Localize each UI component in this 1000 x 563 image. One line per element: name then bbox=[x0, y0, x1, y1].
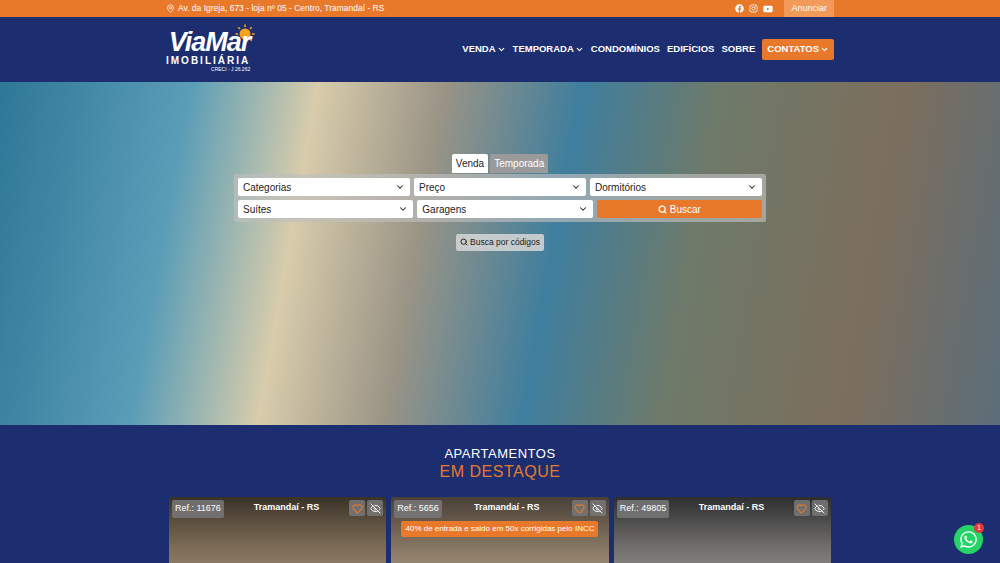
search-select[interactable]: Categorias bbox=[238, 178, 410, 196]
ref-badge: Ref.: 5656 bbox=[394, 500, 442, 518]
main-nav: VENDA TEMPORADA CONDOMÍNIOS EDIFÍCIOS SOBRE C… bbox=[462, 39, 834, 59]
nav-item[interactable]: TEMPORADA bbox=[513, 42, 584, 56]
facebook-icon[interactable] bbox=[735, 4, 744, 13]
heart-icon bbox=[796, 503, 807, 514]
chevron-down-icon bbox=[497, 45, 506, 54]
chevron-down-icon bbox=[395, 182, 405, 192]
map-pin-icon bbox=[166, 4, 175, 13]
ref-badge: Ref.: 11676 bbox=[172, 500, 224, 518]
location: Tramandaí - RS bbox=[699, 500, 765, 515]
property-card[interactable]: Ref.: 11676 Tramandaí - RS bbox=[169, 497, 386, 563]
search-icon bbox=[460, 238, 468, 246]
search-tab[interactable]: Temporada bbox=[490, 154, 548, 173]
logo[interactable]: ViaMarIMOBILIÁRIACRECI - J 26.262 bbox=[166, 27, 250, 72]
chevron-down-icon bbox=[571, 182, 581, 192]
address: Av. da Igreja, 673 - loja nº 05 - Centro… bbox=[166, 2, 384, 15]
ref-badge: Ref.: 49805 bbox=[617, 500, 670, 518]
chevron-down-icon bbox=[747, 182, 757, 192]
nav-item[interactable]: CONDOMÍNIOS bbox=[591, 42, 660, 56]
card-list: Ref.: 11676 Tramandaí - RS Ref.: 5656 Trama… bbox=[169, 497, 831, 563]
location: Tramandaí - RS bbox=[474, 500, 540, 515]
favorite-button[interactable] bbox=[794, 500, 810, 516]
nav-item[interactable]: VENDA bbox=[462, 42, 505, 56]
section-title: APARTAMENTOS bbox=[444, 446, 555, 462]
eye-off-icon bbox=[370, 503, 381, 514]
search-select[interactable]: Suítes bbox=[238, 200, 413, 218]
hero: VendaTemporadaCategoriasPreçoDormitórios… bbox=[0, 82, 1000, 425]
eye-off-icon bbox=[592, 503, 603, 514]
property-card[interactable]: Ref.: 5656 Tramandaí - RS 40% de entrada e… bbox=[391, 497, 608, 563]
favorite-button[interactable] bbox=[349, 500, 365, 516]
nav-item[interactable]: EDIFÍCIOS bbox=[667, 42, 715, 56]
search-tab[interactable]: Venda bbox=[452, 154, 488, 173]
promo-banner: 40% de entrada e saldo em 50x corrigidas… bbox=[401, 521, 598, 537]
search-tabs: VendaTemporada bbox=[452, 154, 548, 173]
heart-icon bbox=[574, 503, 585, 514]
favorite-button[interactable] bbox=[572, 500, 588, 516]
announce-button[interactable]: Anunciar bbox=[784, 0, 834, 17]
code-search-button[interactable]: Busca por códigos bbox=[456, 234, 544, 251]
chevron-down-icon bbox=[398, 204, 408, 214]
search-icon bbox=[658, 205, 667, 214]
top-bar: Av. da Igreja, 673 - loja nº 05 - Centro… bbox=[0, 0, 1000, 17]
hide-button[interactable] bbox=[812, 500, 828, 516]
whatsapp-icon bbox=[959, 530, 978, 549]
eye-off-icon bbox=[814, 503, 825, 514]
featured-section: APARTAMENTOSEM DESTAQUE Ref.: 11676 Traman… bbox=[0, 425, 1000, 563]
chevron-down-icon bbox=[578, 204, 588, 214]
whatsapp-button[interactable]: 1 bbox=[954, 525, 983, 554]
notification-badge: 1 bbox=[974, 523, 984, 533]
search-select[interactable]: Garagens bbox=[417, 200, 592, 218]
search-panel: CategoriasPreçoDormitórios SuítesGaragens… bbox=[234, 174, 766, 222]
instagram-icon[interactable] bbox=[749, 4, 758, 13]
youtube-icon[interactable] bbox=[763, 4, 773, 14]
nav-item[interactable]: SOBRE bbox=[721, 42, 755, 56]
hide-button[interactable] bbox=[367, 500, 383, 516]
page: Av. da Igreja, 673 - loja nº 05 - Centro… bbox=[0, 0, 1000, 563]
search-select[interactable]: Preço bbox=[414, 178, 586, 196]
chevron-down-icon bbox=[575, 45, 584, 54]
nav-item[interactable]: CONTATOS bbox=[762, 39, 834, 59]
location: Tramandaí - RS bbox=[254, 500, 320, 515]
header: ViaMarIMOBILIÁRIACRECI - J 26.262 VENDA TE… bbox=[0, 17, 1000, 82]
heart-icon bbox=[352, 503, 363, 514]
property-card[interactable]: Ref.: 49805 Tramandaí - RS bbox=[614, 497, 831, 563]
chevron-down-icon bbox=[820, 45, 829, 54]
search-select[interactable]: Dormitórios bbox=[590, 178, 762, 196]
search-button[interactable]: Buscar bbox=[597, 200, 762, 218]
section-subtitle: EM DESTAQUE bbox=[440, 462, 561, 482]
hide-button[interactable] bbox=[590, 500, 606, 516]
